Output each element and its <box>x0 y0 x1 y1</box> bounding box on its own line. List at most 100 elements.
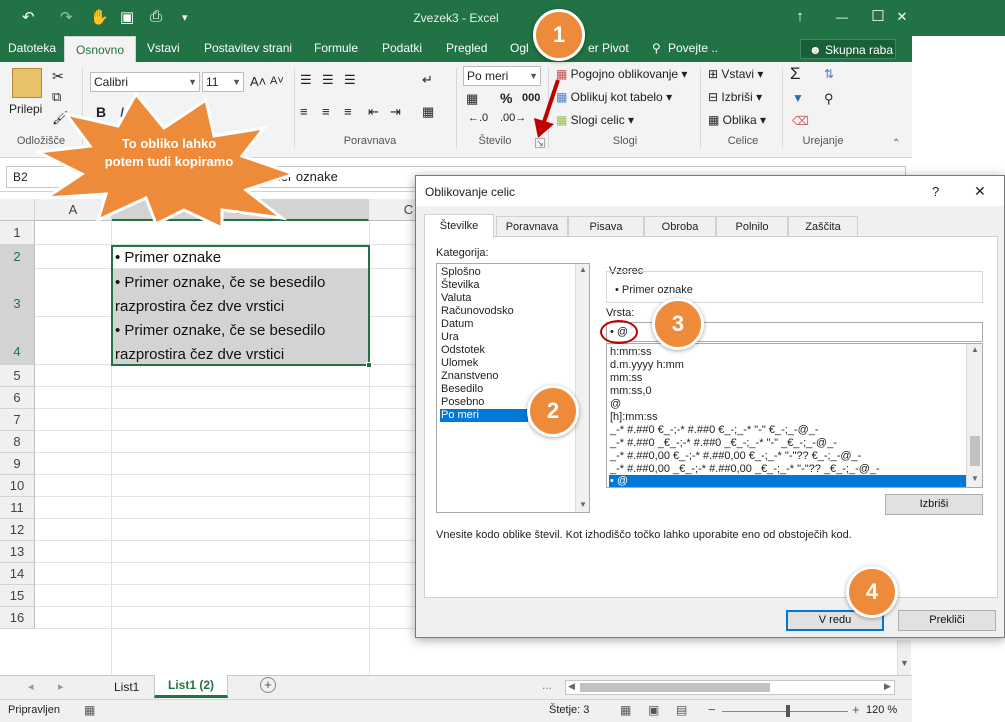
category-item[interactable]: Ura <box>440 331 575 344</box>
dialog-help-button[interactable]: ? <box>932 184 939 199</box>
row-header-5[interactable]: 5 <box>0 365 35 387</box>
dialog-tab-numbers[interactable]: Številke <box>424 214 494 238</box>
format-code-list[interactable]: h:mm:ss d.m.yyyy h:mm mm:ss mm:ss,0 @ [h… <box>606 343 983 488</box>
row-header-3[interactable]: 3 <box>0 269 35 317</box>
decrease-decimal-icon[interactable]: .00→ <box>500 112 526 124</box>
tab-formulas[interactable]: Formule <box>314 41 358 55</box>
dialog-tab-border[interactable]: Obroba <box>644 216 716 237</box>
select-all-corner[interactable] <box>0 199 35 221</box>
merge-center-icon[interactable]: ▦ <box>422 104 434 120</box>
row-header-11[interactable]: 11 <box>0 497 35 519</box>
format-code-item[interactable]: mm:ss,0 <box>609 385 966 398</box>
format-code-item[interactable]: h:mm:ss <box>609 346 966 359</box>
tab-review[interactable]: Pregled <box>446 41 487 55</box>
row-header-12[interactable]: 12 <box>0 519 35 541</box>
dialog-tab-font[interactable]: Pisava <box>568 216 644 237</box>
category-list[interactable]: Splošno Številka Valuta Računovodsko Dat… <box>436 263 590 513</box>
format-code-item[interactable]: d.m.yyyy h:mm <box>609 359 966 372</box>
row-header-2[interactable]: 2 <box>0 245 35 269</box>
font-name-combo[interactable]: Calibri ▼ <box>90 72 200 92</box>
sheet-tab-list1-2[interactable]: List1 (2) <box>154 675 228 698</box>
cell-b4-line1[interactable]: • Primer oznake, če se besedilo <box>112 319 369 343</box>
sheet-tabs-more[interactable]: ... <box>542 678 552 692</box>
align-left-icon[interactable]: ≡ <box>300 104 308 119</box>
cell-b2[interactable]: • Primer oznake <box>112 246 369 270</box>
category-item[interactable]: Računovodsko <box>440 305 575 318</box>
format-code-scroll-thumb[interactable] <box>970 436 980 466</box>
prev-sheet-icon[interactable]: ◂ <box>28 680 34 693</box>
category-item[interactable]: Številka <box>440 279 575 292</box>
row-header-1[interactable]: 1 <box>0 221 35 245</box>
share-button[interactable]: ☻ Skupna raba <box>800 39 896 59</box>
percent-button[interactable]: % <box>500 90 512 106</box>
bottom-align-icon[interactable]: ☰ <box>344 72 356 88</box>
row-header-7[interactable]: 7 <box>0 409 35 431</box>
tab-insert[interactable]: Vstavi <box>147 41 180 55</box>
category-item[interactable]: Splošno <box>440 266 575 279</box>
dialog-close-button[interactable]: ✕ <box>974 183 986 200</box>
zoom-slider-track[interactable] <box>722 711 848 712</box>
tab-file[interactable]: Datoteka <box>8 41 56 55</box>
category-item[interactable]: Ulomek <box>440 357 575 370</box>
scroll-down-icon[interactable]: ▼ <box>900 658 909 668</box>
collapse-ribbon-icon[interactable]: ⌃ <box>892 138 900 149</box>
delete-format-button[interactable]: Izbriši <box>885 494 983 515</box>
scroll-down-icon[interactable]: ▼ <box>579 500 587 509</box>
tab-data[interactable]: Podatki <box>382 41 422 55</box>
row-header-9[interactable]: 9 <box>0 453 35 475</box>
row-header-16[interactable]: 16 <box>0 607 35 629</box>
scroll-right-icon[interactable]: ▶ <box>884 681 891 692</box>
category-item[interactable]: Datum <box>440 318 575 331</box>
row-header-15[interactable]: 15 <box>0 585 35 607</box>
cell-b3-line1[interactable]: • Primer oznake, če se besedilo <box>112 271 369 295</box>
format-code-item[interactable]: _-* #.##0,00 €_-;-* #.##0,00 €_-;_-* "-"… <box>609 450 966 463</box>
row-header-4[interactable]: 4 <box>0 317 35 365</box>
tell-me-box[interactable]: Povejte .. <box>668 41 718 55</box>
align-center-icon[interactable]: ≡ <box>322 104 330 119</box>
cancel-button[interactable]: Prekliči <box>898 610 996 631</box>
tab-view[interactable]: Ogl <box>510 41 529 55</box>
format-code-item-selected[interactable]: • @ <box>609 475 966 487</box>
row-header-6[interactable]: 6 <box>0 387 35 409</box>
row-header-13[interactable]: 13 <box>0 541 35 563</box>
cut-icon[interactable]: ✂ <box>52 68 64 85</box>
sort-filter-icon[interactable]: ⇅ <box>824 67 834 81</box>
macro-record-icon[interactable]: ▦ <box>84 703 95 717</box>
conditional-formatting-button[interactable]: ▦ Pogojno oblikovanje ▾ <box>556 67 687 81</box>
category-item-selected[interactable]: Po meri <box>440 409 528 422</box>
category-scrollbar[interactable]: ▲ ▼ <box>575 264 589 512</box>
category-item[interactable]: Znanstveno <box>440 370 575 383</box>
row-header-8[interactable]: 8 <box>0 431 35 453</box>
row-header-10[interactable]: 10 <box>0 475 35 497</box>
tab-power-pivot[interactable]: er Pivot <box>588 41 629 55</box>
vertical-scrollbar[interactable]: ▼ <box>897 640 911 675</box>
insert-cells-button[interactable]: ⊞ Vstavi ▾ <box>708 67 763 81</box>
zoom-level[interactable]: 120 % <box>866 704 897 716</box>
top-align-icon[interactable]: ☰ <box>300 72 312 88</box>
increase-decimal-icon[interactable]: ←.0 <box>468 112 488 124</box>
scroll-down-icon[interactable]: ▼ <box>971 474 979 483</box>
autosum-button[interactable]: Σ <box>790 64 801 84</box>
align-right-icon[interactable]: ≡ <box>344 104 352 119</box>
dialog-tab-alignment[interactable]: Poravnava <box>496 216 568 237</box>
tab-home[interactable]: Osnovno <box>64 36 136 62</box>
close-button[interactable]: ✕ <box>892 6 912 28</box>
dialog-tab-fill[interactable]: Polnilo <box>716 216 788 237</box>
middle-align-icon[interactable]: ☰ <box>322 72 334 88</box>
scroll-left-icon[interactable]: ◀ <box>568 681 575 692</box>
format-code-scrollbar[interactable]: ▲ ▼ <box>966 344 982 487</box>
grow-font-button[interactable]: A˄ <box>250 74 266 89</box>
scroll-up-icon[interactable]: ▲ <box>579 265 587 274</box>
page-layout-view-icon[interactable]: ▣ <box>648 703 659 717</box>
format-cells-button[interactable]: ▦ Oblika ▾ <box>708 113 766 127</box>
tab-page-layout[interactable]: Postavitev strani <box>204 41 292 55</box>
category-item[interactable]: Valuta <box>440 292 575 305</box>
new-sheet-button[interactable]: + <box>260 677 276 693</box>
format-code-item[interactable]: [h]:mm:ss <box>609 411 966 424</box>
scroll-up-icon[interactable]: ▲ <box>971 345 979 354</box>
format-as-table-button[interactable]: ▦ Oblikuj kot tabelo ▾ <box>556 90 672 104</box>
next-sheet-icon[interactable]: ▸ <box>58 680 64 693</box>
shrink-font-button[interactable]: A˅ <box>270 75 284 87</box>
find-select-icon[interactable]: ⚲ <box>824 91 834 107</box>
clear-icon[interactable]: ⌫ <box>792 114 809 128</box>
